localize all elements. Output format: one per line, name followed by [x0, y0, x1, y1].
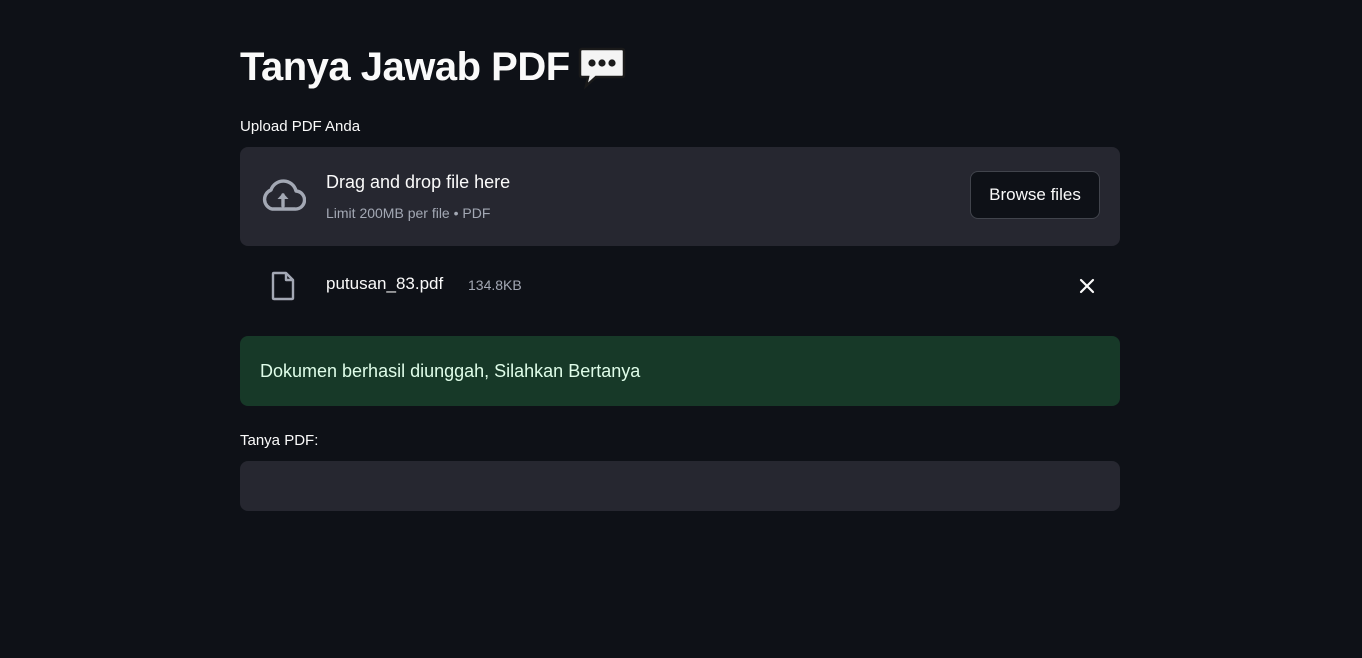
- remove-file-button[interactable]: [1076, 275, 1098, 297]
- success-alert: Dokumen berhasil diunggah, Silahkan Bert…: [240, 336, 1120, 406]
- cloud-upload-icon: [260, 178, 307, 214]
- file-dropzone[interactable]: Drag and drop file here Limit 200MB per …: [240, 147, 1120, 246]
- uploaded-file-item: putusan_83.pdf 134.8KB: [240, 262, 1120, 308]
- page-title-text: Tanya Jawab PDF: [240, 44, 570, 89]
- close-icon: [1079, 278, 1095, 294]
- upload-label: Upload PDF Anda: [240, 118, 361, 135]
- file-size: 134.8KB: [468, 277, 522, 293]
- browse-files-button[interactable]: Browse files: [970, 171, 1100, 219]
- question-label: Tanya PDF:: [240, 432, 319, 449]
- dropzone-instruction: Drag and drop file here: [326, 172, 511, 192]
- success-message: Dokumen berhasil diunggah, Silahkan Bert…: [260, 360, 641, 381]
- file-name: putusan_83.pdf: [326, 274, 444, 293]
- question-input[interactable]: [240, 461, 1120, 511]
- page-title: Tanya Jawab PDF: [240, 40, 626, 94]
- file-icon: [271, 271, 295, 301]
- dropzone-limit: Limit 200MB per file • PDF: [326, 205, 491, 221]
- speech-balloon-icon: [578, 44, 626, 90]
